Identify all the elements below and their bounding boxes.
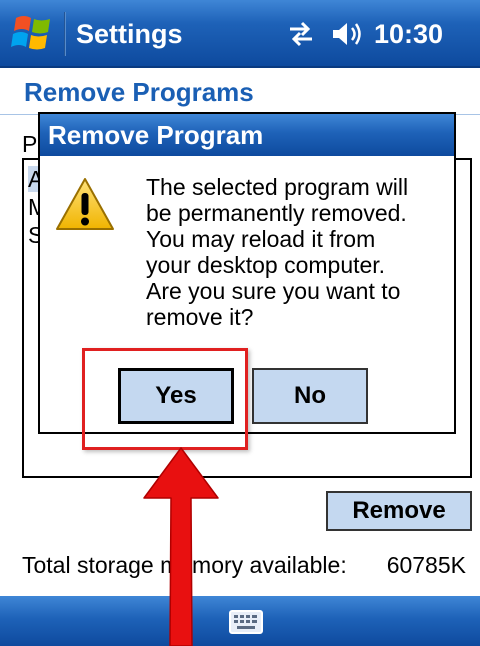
red-arrow-icon (143, 447, 219, 646)
app-title[interactable]: Settings (76, 17, 183, 51)
list-label: P (22, 131, 38, 157)
storage-value: 60785K (386, 552, 466, 578)
warning-icon (56, 178, 114, 230)
connectivity-icon[interactable] (286, 20, 316, 48)
keyboard-icon[interactable] (229, 610, 263, 634)
volume-icon[interactable] (330, 20, 366, 48)
message-line: remove it? (146, 304, 254, 330)
clock[interactable]: 10:30 (374, 17, 443, 51)
dialog-title: Remove Program (48, 120, 264, 150)
message-line: Are you sure you want to (146, 278, 401, 304)
title-bar: Settings 10:30 (0, 0, 480, 68)
dialog-message: The selected program will be permanently… (146, 174, 446, 330)
page-title: Remove Programs (24, 77, 254, 107)
title-separator (64, 12, 66, 56)
message-line: your desktop computer. (146, 252, 386, 278)
message-line: The selected program will (146, 174, 409, 200)
menu-bar (0, 596, 480, 646)
message-line: be permanently removed. (146, 200, 407, 226)
message-line: You may reload it from (146, 226, 376, 252)
windows-start-icon[interactable] (10, 12, 56, 54)
no-button[interactable]: No (252, 368, 368, 424)
remove-button[interactable]: Remove (326, 491, 472, 531)
highlight-box (82, 348, 248, 450)
dialog-title-bar: Remove Program (40, 114, 454, 156)
